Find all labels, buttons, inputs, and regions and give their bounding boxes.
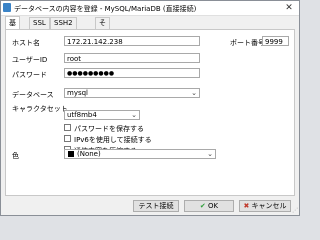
resize-grip-icon[interactable]: ⋰	[292, 208, 298, 214]
color-label: 色	[12, 152, 19, 160]
window-title: データベースの内容を登録 - MySQL/MariaDB (直接接続)	[14, 5, 197, 13]
cross-icon: ✖	[243, 202, 250, 210]
charset-select[interactable]: utf8mb4 ⌄	[64, 110, 140, 120]
ok-button[interactable]: ✔ OK	[184, 200, 234, 212]
ipv6-checkbox[interactable]	[64, 135, 71, 142]
charset-label: キャラクタセット	[12, 105, 68, 113]
color-value: (None)	[77, 150, 101, 158]
ok-label: OK	[208, 202, 219, 210]
cancel-button[interactable]: ✖ キャンセル	[239, 200, 291, 212]
port-input[interactable]: 9999	[262, 36, 289, 46]
connection-dialog: データベースの内容を登録 - MySQL/MariaDB (直接接続) ✕ 基本…	[0, 0, 300, 216]
database-select[interactable]: mysql ⌄	[64, 88, 200, 98]
chevron-down-icon: ⌄	[131, 111, 137, 119]
password-input[interactable]: ●●●●●●●●●	[64, 68, 200, 78]
chevron-down-icon: ⌄	[191, 89, 197, 97]
tab-ssl[interactable]: SSL	[29, 17, 50, 29]
check-icon: ✔	[199, 202, 206, 210]
tab-ssh2-tunnel[interactable]: SSH2トンネル	[50, 17, 77, 49]
host-label: ホスト名	[12, 39, 40, 47]
color-swatch	[68, 151, 74, 157]
save-password-label: パスワードを保存する	[74, 125, 144, 133]
password-label: パスワード	[12, 71, 47, 79]
color-select[interactable]: (None) ⌄	[64, 149, 216, 159]
basic-settings-panel: ホスト名 172.21.142.238 ポート番号 9999 ユーザーID ro…	[5, 29, 295, 196]
host-input[interactable]: 172.21.142.238	[64, 36, 200, 46]
user-label: ユーザーID	[12, 56, 48, 64]
tab-other[interactable]: その他	[95, 17, 110, 49]
charset-value: utf8mb4	[67, 111, 97, 119]
database-icon	[3, 3, 11, 12]
save-password-checkbox[interactable]	[64, 124, 71, 131]
database-label: データベース	[12, 91, 54, 99]
chevron-down-icon: ⌄	[207, 150, 213, 158]
port-label: ポート番号	[230, 39, 265, 47]
database-value: mysql	[67, 89, 88, 97]
close-button[interactable]: ✕	[283, 2, 295, 14]
ipv6-label: IPv6を使用して接続する	[74, 136, 152, 144]
tab-basic[interactable]: 基本	[5, 16, 20, 40]
cancel-label: キャンセル	[251, 202, 287, 210]
user-input[interactable]: root	[64, 53, 200, 63]
test-connection-button[interactable]: テスト接続	[133, 200, 179, 212]
title-bar: データベースの内容を登録 - MySQL/MariaDB (直接接続) ✕	[1, 1, 299, 16]
